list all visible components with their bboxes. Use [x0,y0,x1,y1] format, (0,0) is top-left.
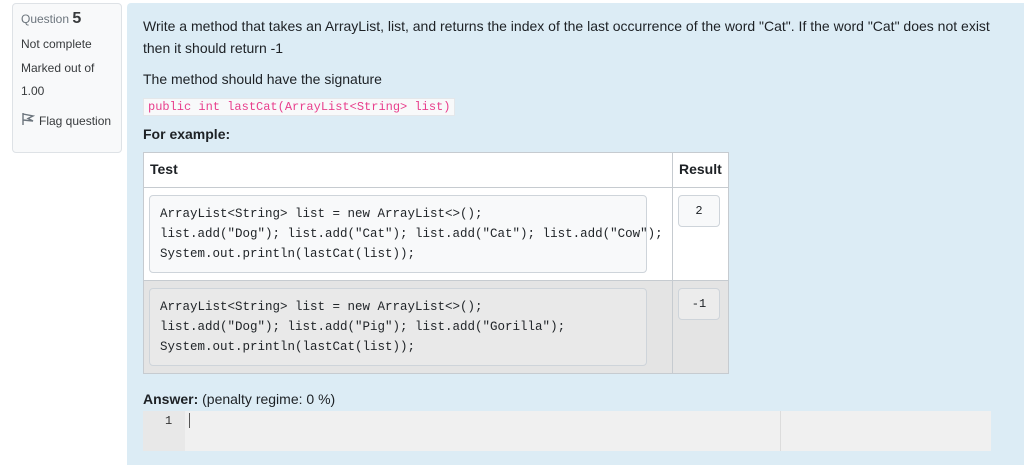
examples-table: Test Result ArrayList<String> list = new… [143,152,729,374]
answer-code-editor[interactable]: 1 [143,411,991,451]
question-number: Question 5 [21,10,113,28]
question-content: Write a method that takes an ArrayList, … [127,3,1024,465]
test-code: ArrayList<String> list = new ArrayList<>… [149,195,663,273]
flag-icon [21,112,36,129]
result-column-header: Result [672,152,729,188]
text-cursor [189,413,190,428]
table-row: ArrayList<String> list = new ArrayList<>… [143,187,729,281]
for-example-heading: For example: [143,126,231,142]
question-info-panel: Question 5 Not complete Marked out of 1.… [12,3,122,153]
flag-question-button[interactable]: Flag question [21,112,113,129]
test-code: ArrayList<String> list = new ArrayList<>… [149,288,647,366]
expected-result: 2 [678,195,720,227]
table-row: ArrayList<String> list = new ArrayList<>… [143,280,729,374]
method-signature: public int lastCat(ArrayList<String> lis… [143,98,456,116]
question-state: Not complete [21,37,92,51]
signature-intro: The method should have the signature [143,71,382,87]
marked-out-of-label: Marked out of [21,61,95,75]
expected-result: -1 [678,288,720,320]
print-margin [780,411,781,451]
editor-gutter: 1 [143,411,185,451]
answer-label-row: Answer: (penalty regime: 0 %) [143,391,1008,407]
line-number: 1 [165,414,173,428]
answer-label: Answer: [143,391,199,407]
test-column-header: Test [143,152,673,188]
penalty-regime: (penalty regime: 0 %) [202,391,336,407]
marked-out-of-value: 1.00 [21,84,45,98]
flag-question-label: Flag question [39,113,112,128]
question-number-value: 5 [72,10,82,27]
question-text: Write a method that takes an ArrayList, … [143,18,990,56]
question-label: Question [21,12,70,26]
